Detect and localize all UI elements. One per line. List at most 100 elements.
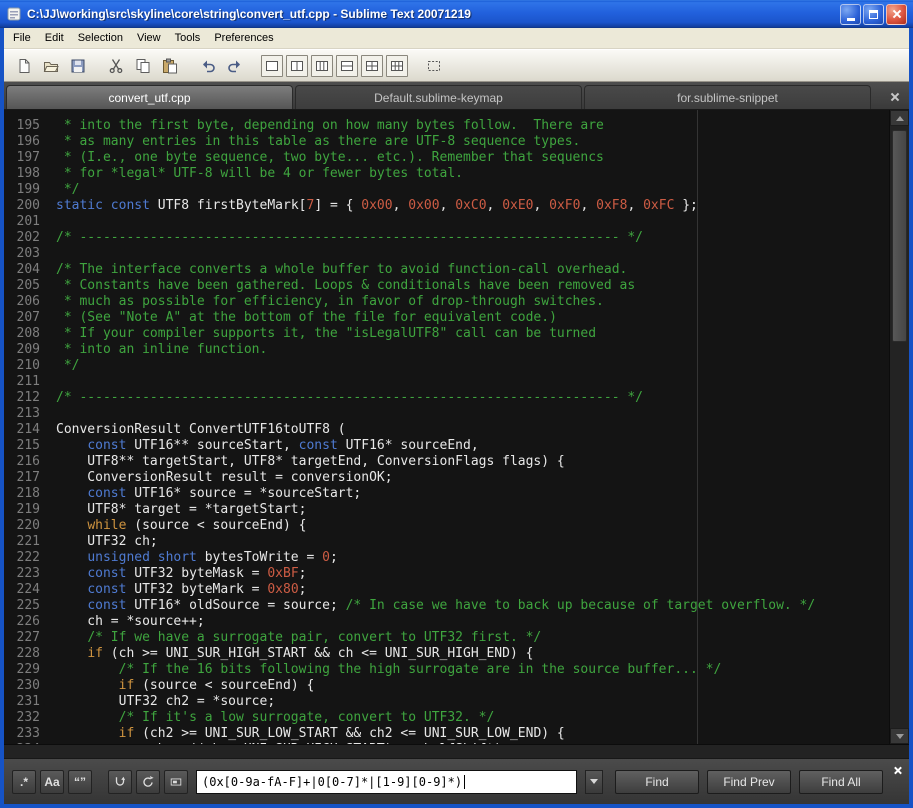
find-history-dropdown[interactable] bbox=[585, 770, 603, 794]
code-line[interactable]: if (ch2 >= UNI_SUR_LOW_START && ch2 <= U… bbox=[56, 726, 889, 742]
tabbar-close-button[interactable] bbox=[883, 85, 907, 109]
layout-single-button[interactable] bbox=[261, 55, 283, 77]
code-line[interactable]: ch = ((ch - UNI_SUR_HIGH_START) << halfS… bbox=[56, 742, 889, 744]
code-line[interactable]: /* If it's a low surrogate, convert to U… bbox=[56, 710, 889, 726]
code-line[interactable]: * much as possible for efficiency, in fa… bbox=[56, 294, 889, 310]
code-line[interactable]: unsigned short bytesToWrite = 0; bbox=[56, 550, 889, 566]
code-line[interactable]: ch = *source++; bbox=[56, 614, 889, 630]
code-line[interactable]: const UTF16* oldSource = source; /* In c… bbox=[56, 598, 889, 614]
layout-grid-6-button[interactable] bbox=[386, 55, 408, 77]
layout-grid-4-button[interactable] bbox=[361, 55, 383, 77]
code-line[interactable]: const UTF16** sourceStart, const UTF16* … bbox=[56, 438, 889, 454]
copy-button[interactable] bbox=[131, 54, 155, 78]
wrap-toggle[interactable] bbox=[108, 770, 132, 794]
menu-edit[interactable]: Edit bbox=[38, 29, 71, 47]
titlebar[interactable]: C:\JJ\working\src\skyline\core\string\co… bbox=[0, 0, 913, 28]
code-line[interactable]: * If your compiler supports it, the "isL… bbox=[56, 326, 889, 342]
line-number: 210 bbox=[4, 358, 40, 374]
scroll-up-button[interactable] bbox=[890, 110, 909, 126]
line-number: 195 bbox=[4, 118, 40, 134]
code-line[interactable]: UTF32 ch; bbox=[56, 534, 889, 550]
selection-marquee-button[interactable] bbox=[422, 54, 446, 78]
line-number: 202 bbox=[4, 230, 40, 246]
layout-2-rows-button[interactable] bbox=[336, 55, 358, 77]
code-line[interactable]: * into an inline function. bbox=[56, 342, 889, 358]
vertical-scrollbar[interactable] bbox=[889, 110, 909, 744]
code-line[interactable]: /* The interface converts a whole buffer… bbox=[56, 262, 889, 278]
code-line[interactable]: ConversionResult ConvertUTF16toUTF8 ( bbox=[56, 422, 889, 438]
undo-button[interactable] bbox=[196, 54, 220, 78]
find-all-button[interactable]: Find All bbox=[799, 770, 883, 794]
layout-3-columns-button[interactable] bbox=[311, 55, 333, 77]
code-line[interactable]: * for *legal* UTF-8 will be 4 or fewer b… bbox=[56, 166, 889, 182]
code-line[interactable]: UTF32 ch2 = *source; bbox=[56, 694, 889, 710]
code-line[interactable]: const UTF16* source = *sourceStart; bbox=[56, 486, 889, 502]
code-line[interactable] bbox=[56, 374, 889, 390]
code-line[interactable]: * (I.e., one byte sequence, two byte... … bbox=[56, 150, 889, 166]
code-line[interactable]: */ bbox=[56, 182, 889, 198]
code-line[interactable]: const UTF32 byteMask = 0xBF; bbox=[56, 566, 889, 582]
minimize-button[interactable] bbox=[840, 4, 861, 25]
paste-icon bbox=[162, 58, 178, 74]
scrollbar-track[interactable] bbox=[890, 126, 909, 728]
code-line[interactable]: if (ch >= UNI_SUR_HIGH_START && ch <= UN… bbox=[56, 646, 889, 662]
code-line[interactable]: UTF8** targetStart, UTF8* targetEnd, Con… bbox=[56, 454, 889, 470]
cut-button[interactable] bbox=[104, 54, 128, 78]
save-button[interactable] bbox=[66, 54, 90, 78]
find-button[interactable]: Find bbox=[615, 770, 699, 794]
tab-for-sublime-snippet[interactable]: for.sublime-snippet bbox=[584, 85, 871, 109]
highlight-matches-toggle[interactable] bbox=[164, 770, 188, 794]
open-folder-button[interactable] bbox=[39, 54, 63, 78]
regex-toggle[interactable]: .* bbox=[12, 770, 36, 794]
scrollbar-thumb[interactable] bbox=[892, 130, 907, 342]
code-line[interactable]: static const UTF8 firstByteMark[7] = { 0… bbox=[56, 198, 889, 214]
menu-file[interactable]: File bbox=[6, 29, 38, 47]
code-line[interactable] bbox=[56, 214, 889, 230]
close-button[interactable] bbox=[886, 4, 907, 25]
code-line[interactable]: * into the first byte, depending on how … bbox=[56, 118, 889, 134]
code-line[interactable] bbox=[56, 406, 889, 422]
find-query-text: (0x[0-9a-fA-F]+|0[0-7]*|[1-9][0-9]*) bbox=[202, 775, 462, 789]
menu-tools[interactable]: Tools bbox=[168, 29, 208, 47]
scroll-down-button[interactable] bbox=[890, 728, 909, 744]
case-sensitive-toggle[interactable]: Aa bbox=[40, 770, 64, 794]
line-number: 228 bbox=[4, 646, 40, 662]
paste-button[interactable] bbox=[158, 54, 182, 78]
code-line[interactable]: UTF8* target = *targetStart; bbox=[56, 502, 889, 518]
redo-button[interactable] bbox=[223, 54, 247, 78]
tab-convert-utf-cpp[interactable]: convert_utf.cpp bbox=[6, 85, 293, 109]
menu-view[interactable]: View bbox=[130, 29, 168, 47]
code-line[interactable]: /* -------------------------------------… bbox=[56, 390, 889, 406]
code-line[interactable]: if (source < sourceEnd) { bbox=[56, 678, 889, 694]
code-line[interactable] bbox=[56, 246, 889, 262]
horizontal-scrollbar[interactable] bbox=[4, 744, 909, 758]
maximize-button[interactable] bbox=[863, 4, 884, 25]
layout-grid-6-icon bbox=[389, 58, 405, 74]
menu-preferences[interactable]: Preferences bbox=[207, 29, 280, 47]
code-line[interactable]: while (source < sourceEnd) { bbox=[56, 518, 889, 534]
literal-toggle[interactable]: “” bbox=[68, 770, 92, 794]
find-prev-button[interactable]: Find Prev bbox=[707, 770, 791, 794]
code-line[interactable]: /* If we have a surrogate pair, convert … bbox=[56, 630, 889, 646]
menu-selection[interactable]: Selection bbox=[71, 29, 130, 47]
code-line[interactable]: */ bbox=[56, 358, 889, 374]
code-line[interactable]: const UTF32 byteMark = 0x80; bbox=[56, 582, 889, 598]
code-line[interactable]: /* -------------------------------------… bbox=[56, 230, 889, 246]
tab-default-sublime-keymap[interactable]: Default.sublime-keymap bbox=[295, 85, 582, 109]
undo-icon bbox=[200, 58, 216, 74]
code-line[interactable]: * (See "Note A" at the bottom of the fil… bbox=[56, 310, 889, 326]
tabbar: convert_utf.cppDefault.sublime-keymapfor… bbox=[4, 82, 909, 110]
code-line[interactable]: /* If the 16 bits following the high sur… bbox=[56, 662, 889, 678]
toolbar-group bbox=[12, 54, 90, 78]
code-line[interactable]: * as many entries in this table as there… bbox=[56, 134, 889, 150]
code-line[interactable]: * Constants have been gathered. Loops & … bbox=[56, 278, 889, 294]
find-bar-close-button[interactable] bbox=[892, 764, 904, 776]
new-file-button[interactable] bbox=[12, 54, 36, 78]
reverse-toggle[interactable] bbox=[136, 770, 160, 794]
code-line[interactable]: ConversionResult result = conversionOK; bbox=[56, 470, 889, 486]
layout-2-columns-button[interactable] bbox=[286, 55, 308, 77]
menubar: FileEditSelectionViewToolsPreferences bbox=[4, 28, 909, 49]
code-area[interactable]: * into the first byte, depending on how … bbox=[48, 110, 889, 744]
find-input[interactable]: (0x[0-9a-fA-F]+|0[0-7]*|[1-9][0-9]*) bbox=[196, 770, 577, 794]
line-number: 225 bbox=[4, 598, 40, 614]
